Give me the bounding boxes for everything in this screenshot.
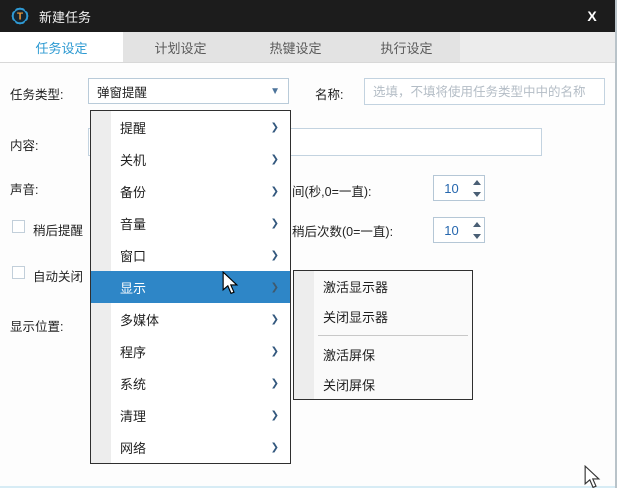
svg-text:T: T xyxy=(17,12,23,23)
submenu-arrow-icon: ❯ xyxy=(271,218,279,229)
later-count-label: 稍后次数(0=一直): xyxy=(292,221,393,240)
submenu-arrow-icon: ❯ xyxy=(271,346,279,357)
new-task-dialog: T 新建任务 X 任务设定 计划设定 热键设定 执行设定 任务类型: 弹窗提醒 … xyxy=(0,0,617,488)
close-button[interactable]: X xyxy=(579,8,605,24)
tab-execute-settings[interactable]: 执行设定 xyxy=(353,32,460,62)
tab-task-settings[interactable]: 任务设定 xyxy=(0,32,123,62)
submenu-arrow-icon: ❯ xyxy=(271,154,279,165)
submenu-arrow-icon: ❯ xyxy=(271,282,279,293)
display-position-label: 显示位置: xyxy=(10,316,63,335)
submenu-arrow-icon: ❯ xyxy=(271,314,279,325)
spin-down-icon[interactable] xyxy=(469,230,484,242)
tab-plan-settings[interactable]: 计划设定 xyxy=(123,32,238,62)
tab-bar: 任务设定 计划设定 热键设定 执行设定 xyxy=(0,32,615,63)
auto-close-label: 自动关闭 xyxy=(33,266,83,285)
window-title: 新建任务 xyxy=(39,7,91,26)
tab-hotkey-settings[interactable]: 热键设定 xyxy=(238,32,353,62)
submenu-item-activate-screensaver[interactable]: 激活屏保 xyxy=(294,339,472,369)
submenu-arrow-icon: ❯ xyxy=(271,250,279,261)
submenu-separator xyxy=(294,331,472,339)
content-label: 内容: xyxy=(10,135,38,154)
title-bar: T 新建任务 X xyxy=(0,0,615,32)
task-type-dropdown-menu: 提醒❯ 关机❯ 备份❯ 音量❯ 窗口❯ 显示❯ 多媒体❯ 程序❯ 系统❯ 清理❯… xyxy=(90,110,291,464)
spin-down-icon[interactable] xyxy=(469,188,484,200)
duration-spin-buttons xyxy=(469,176,484,200)
submenu-arrow-icon: ❯ xyxy=(271,122,279,133)
submenu-item-activate-monitor[interactable]: 激活显示器 xyxy=(294,271,472,301)
menu-item-program[interactable]: 程序❯ xyxy=(91,335,290,367)
display-submenu: 激活显示器 关闭显示器 激活屏保 关闭屏保 xyxy=(293,270,473,400)
menu-item-display[interactable]: 显示❯ xyxy=(91,271,290,303)
menu-item-remind[interactable]: 提醒❯ xyxy=(91,111,290,143)
mouse-cursor xyxy=(221,271,239,295)
remind-later-checkbox[interactable] xyxy=(12,220,25,233)
menu-item-backup[interactable]: 备份❯ xyxy=(91,175,290,207)
name-label: 名称: xyxy=(315,84,343,103)
auto-close-checkbox[interactable] xyxy=(12,266,25,279)
remind-later-label: 稍后提醒 xyxy=(33,220,83,239)
task-type-select[interactable]: 弹窗提醒 ▼ xyxy=(88,78,289,104)
later-count-spin-buttons xyxy=(469,218,484,242)
menu-item-system[interactable]: 系统❯ xyxy=(91,367,290,399)
tab-bar-filler xyxy=(460,32,615,62)
combo-dropdown-icon: ▼ xyxy=(270,86,280,97)
menu-item-window[interactable]: 窗口❯ xyxy=(91,239,290,271)
submenu-arrow-icon: ❯ xyxy=(271,186,279,197)
menu-item-shutdown[interactable]: 关机❯ xyxy=(91,143,290,175)
menu-item-network[interactable]: 网络❯ xyxy=(91,431,290,463)
menu-item-cleanup[interactable]: 清理❯ xyxy=(91,399,290,431)
submenu-arrow-icon: ❯ xyxy=(271,378,279,389)
duration-value: 10 xyxy=(434,181,469,196)
app-gear-icon: T xyxy=(10,6,30,26)
spin-up-icon[interactable] xyxy=(469,176,484,188)
later-count-spinner[interactable]: 10 xyxy=(433,217,485,243)
mouse-cursor-secondary xyxy=(583,465,601,488)
submenu-arrow-icon: ❯ xyxy=(271,410,279,421)
spin-up-icon[interactable] xyxy=(469,218,484,230)
duration-spinner[interactable]: 10 xyxy=(433,175,485,201)
submenu-arrow-icon: ❯ xyxy=(271,442,279,453)
submenu-item-close-screensaver[interactable]: 关闭屏保 xyxy=(294,369,472,399)
task-type-value: 弹窗提醒 xyxy=(97,82,147,101)
later-count-value: 10 xyxy=(434,223,469,238)
menu-item-multimedia[interactable]: 多媒体❯ xyxy=(91,303,290,335)
submenu-item-turn-off-monitor[interactable]: 关闭显示器 xyxy=(294,301,472,331)
menu-item-volume[interactable]: 音量❯ xyxy=(91,207,290,239)
duration-label: 间(秒,0=一直): xyxy=(292,181,372,200)
name-input[interactable] xyxy=(364,78,605,105)
sound-label: 声音: xyxy=(10,179,38,198)
task-type-label: 任务类型: xyxy=(10,84,63,103)
